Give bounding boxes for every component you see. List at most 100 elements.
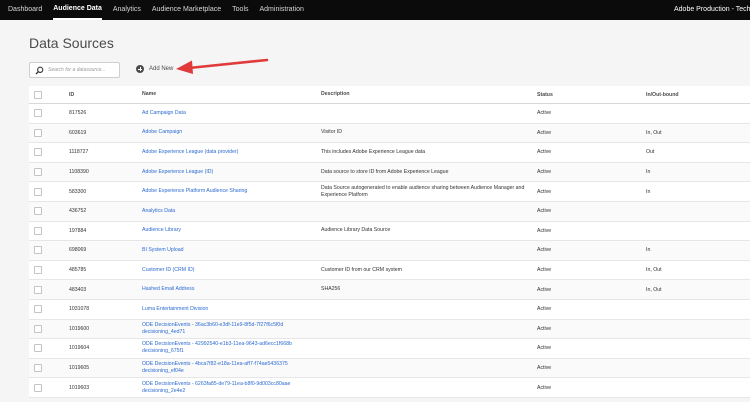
row-name-link[interactable]: Adobe Campaign xyxy=(142,129,321,136)
row-checkbox[interactable] xyxy=(34,109,42,118)
row-checkbox[interactable] xyxy=(34,364,42,373)
row-name-link[interactable]: Analytics Data xyxy=(142,208,321,215)
row-checkbox[interactable] xyxy=(34,344,42,353)
header-status[interactable]: Status xyxy=(537,92,646,98)
row-checkbox[interactable] xyxy=(34,128,42,137)
row-inout-bound: In, Out xyxy=(646,286,662,293)
nav-item-analytics[interactable]: Analytics xyxy=(113,0,141,20)
row-status: Active xyxy=(537,325,552,332)
row-id: 197884 xyxy=(69,227,87,234)
row-status: Active xyxy=(537,365,552,372)
row-checkbox-cell xyxy=(29,246,69,255)
row-name-link[interactable]: ODE DecisionEvents - 42992540-e1b3-11ea-… xyxy=(142,341,321,355)
nav-item-tools[interactable]: Tools xyxy=(232,0,248,20)
nav-item-dashboard[interactable]: Dashboard xyxy=(8,0,42,20)
header-inout-bound[interactable]: In/Out-bound xyxy=(646,92,750,98)
row-name-link[interactable]: Customer ID (CRM ID) xyxy=(142,267,321,274)
row-id: 485785 xyxy=(69,267,87,274)
nav-item-audience-marketplace[interactable]: Audience Marketplace xyxy=(152,0,221,20)
row-status: Active xyxy=(537,208,552,215)
table-row[interactable]: 1108390 Adobe Experience League (ID) Data … xyxy=(29,162,750,183)
row-checkbox[interactable] xyxy=(34,187,42,196)
row-id: 483403 xyxy=(69,286,87,293)
header-checkbox-cell xyxy=(29,90,69,99)
nav-item-audience-data[interactable]: Audience Data xyxy=(53,0,102,20)
row-name-link[interactable]: ODE DecisionEvents - 36ac3b60-e3df-11e9-… xyxy=(142,322,321,336)
row-status: Active xyxy=(537,247,552,254)
row-name-link[interactable]: Audience Library xyxy=(142,227,321,234)
row-checkbox[interactable] xyxy=(34,226,42,235)
row-description: SHA256 xyxy=(321,286,341,293)
table-row[interactable]: 1118727 Adobe Experience League (data pro… xyxy=(29,143,750,163)
row-name-link[interactable]: ODE DecisionEvents - 4bca7f82-e18a-11ea-… xyxy=(142,361,321,375)
row-status: Active xyxy=(537,169,552,176)
row-name-link[interactable]: BI System Upload xyxy=(142,247,321,254)
header-description[interactable]: Description xyxy=(321,91,537,98)
row-inout-bound: In, Out xyxy=(646,129,662,136)
table-row[interactable]: 1019600 ODE DecisionEvents - 36ac3b60-e3d… xyxy=(29,319,750,340)
row-name-link[interactable]: Hashed Email Address xyxy=(142,286,321,293)
row-checkbox[interactable] xyxy=(34,324,42,333)
row-checkbox[interactable] xyxy=(34,148,42,157)
table-row[interactable]: 1019605 ODE DecisionEvents - 4bca7f82-e18… xyxy=(29,358,750,379)
row-name-link[interactable]: Adobe Experience League (data provider) xyxy=(142,149,321,156)
table-row[interactable]: 1031078 Luma Entertainment Division Active xyxy=(29,300,750,320)
row-checkbox-cell xyxy=(29,226,69,235)
row-inout-bound: In, Out xyxy=(646,267,662,274)
row-status: Active xyxy=(537,306,552,313)
row-checkbox[interactable] xyxy=(34,168,42,177)
table-row[interactable]: 197884 Audience Library Audience Library D… xyxy=(29,222,750,242)
search-input[interactable] xyxy=(48,67,118,73)
header-id[interactable]: ID xyxy=(69,92,142,98)
table-row[interactable]: 436752 Analytics Data Active xyxy=(29,201,750,222)
row-checkbox[interactable] xyxy=(34,305,42,314)
table-row[interactable]: 817526 Ad Campaign Data Active xyxy=(29,104,750,124)
row-checkbox-cell xyxy=(29,168,69,177)
row-status: Active xyxy=(537,267,552,274)
row-status: Active xyxy=(537,188,552,195)
row-checkbox-cell xyxy=(29,207,69,216)
row-status: Active xyxy=(537,384,552,391)
row-status: Active xyxy=(537,345,552,352)
row-status: Active xyxy=(537,129,552,136)
table-row[interactable]: 583300 Adobe Experience Platform Audience… xyxy=(29,182,750,202)
data-sources-table: ID Name Description Status In/Out-bound … xyxy=(29,86,750,398)
table-body: 817526 Ad Campaign Data Active 603619 Adobe … xyxy=(29,104,750,398)
select-all-checkbox[interactable] xyxy=(34,90,42,99)
row-id: 583300 xyxy=(69,188,87,195)
row-checkbox[interactable] xyxy=(34,383,42,392)
row-checkbox[interactable] xyxy=(34,207,42,216)
org-switcher[interactable]: Adobe Production - Tech Ma xyxy=(674,0,750,20)
row-description: Customer ID from our CRM system xyxy=(321,266,402,273)
row-name-link[interactable]: Adobe Experience League (ID) xyxy=(142,169,321,176)
row-name-link[interactable]: Adobe Experience Platform Audience Shari… xyxy=(142,188,321,195)
table-row[interactable]: 483403 Hashed Email Address SHA256 Active In… xyxy=(29,280,750,300)
header-name[interactable]: Name xyxy=(142,91,321,98)
add-new-button[interactable]: Add New xyxy=(136,65,173,73)
row-checkbox[interactable] xyxy=(34,266,42,275)
row-id: 1019604 xyxy=(69,345,90,352)
row-checkbox[interactable] xyxy=(34,246,42,255)
table-row[interactable]: 1019603 ODE DecisionEvents - 6263fa85-de7… xyxy=(29,378,750,398)
search-icon xyxy=(35,66,44,75)
row-description: This includes Adobe Experience League da… xyxy=(321,148,426,155)
row-checkbox-cell xyxy=(29,383,69,392)
table-row[interactable]: 485785 Customer ID (CRM ID) Customer ID fr… xyxy=(29,261,750,281)
row-checkbox-cell xyxy=(29,148,69,157)
row-description: Visitor ID xyxy=(321,129,342,136)
row-name-link[interactable]: ODE DecisionEvents - 6263fa85-de79-11ea-… xyxy=(142,381,321,395)
table-row[interactable]: 1019604 ODE DecisionEvents - 42992540-e1b… xyxy=(29,339,750,359)
search-box[interactable] xyxy=(29,62,120,78)
row-id: 603619 xyxy=(69,129,87,136)
row-id: 1019605 xyxy=(69,365,90,372)
table-row[interactable]: 698069 BI System Upload Active In xyxy=(29,241,750,261)
nav-items: Dashboard Audience Data Analytics Audien… xyxy=(0,0,315,20)
row-name-link[interactable]: Ad Campaign Data xyxy=(142,110,321,117)
row-id: 436752 xyxy=(69,208,87,215)
table-row[interactable]: 603619 Adobe Campaign Visitor ID Active In, … xyxy=(29,123,750,144)
nav-item-administration[interactable]: Administration xyxy=(260,0,304,20)
row-name-link[interactable]: Luma Entertainment Division xyxy=(142,306,321,313)
row-checkbox[interactable] xyxy=(34,285,42,294)
row-inout-bound: In xyxy=(646,247,651,254)
row-id: 1118727 xyxy=(69,149,89,156)
